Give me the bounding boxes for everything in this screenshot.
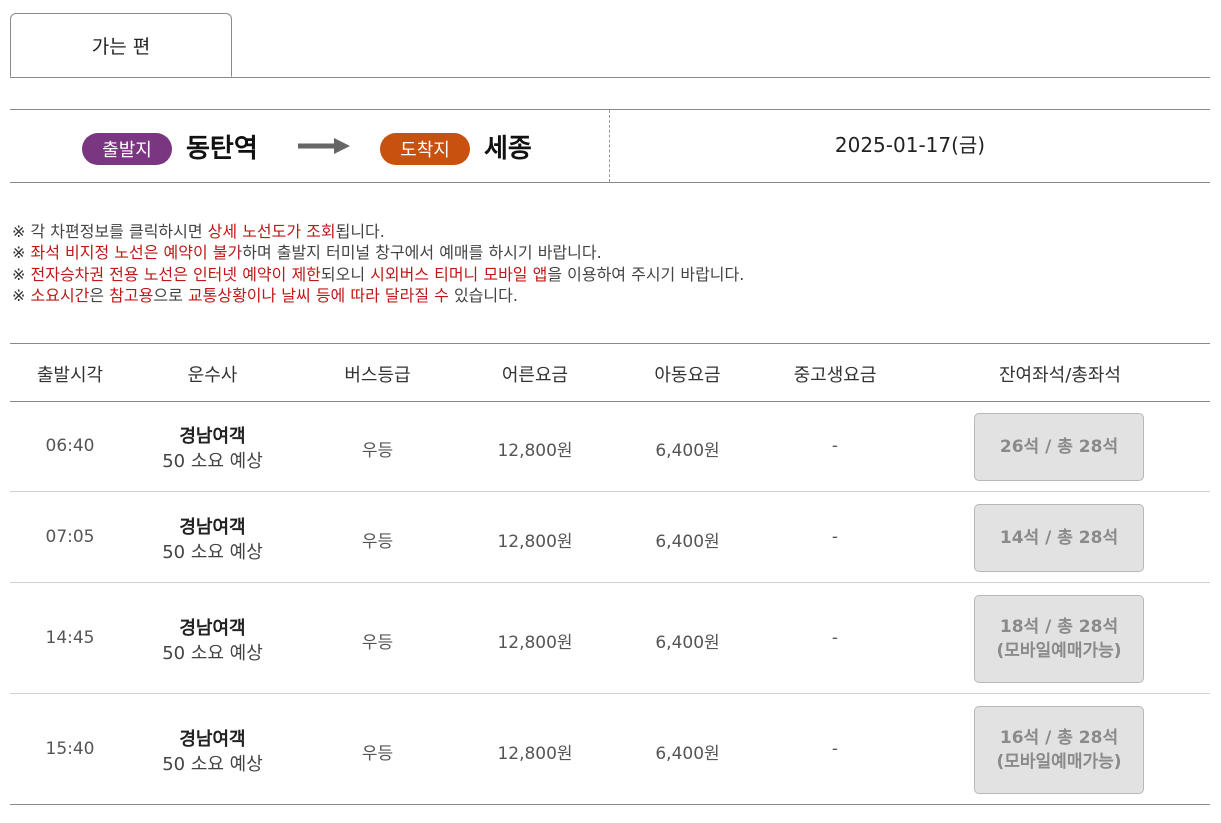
seat-availability-button[interactable]: 26석 / 총 28석 bbox=[974, 413, 1144, 481]
company-name: 경남여객 bbox=[179, 516, 246, 538]
notice-text: 각 차편정보를 클릭하시면 bbox=[25, 222, 208, 241]
tab-outbound[interactable]: 가는 편 bbox=[10, 13, 232, 77]
eta-text: 50 소요 예상 bbox=[162, 541, 263, 563]
header-bus-grade: 버스등급 bbox=[344, 365, 411, 386]
departure-date: 2025-01-17(금) bbox=[834, 133, 986, 157]
notice-mark-icon: ※ bbox=[12, 285, 26, 305]
notice-item: ※ 좌석 비지정 노선은 예약이 불가하며 출발지 터미널 창구에서 예매를 하… bbox=[12, 242, 1202, 263]
notice-text: 하며 출발지 터미널 창구에서 예매를 하시기 바랍니다. bbox=[242, 243, 602, 263]
company-name: 경남여객 bbox=[179, 426, 246, 447]
seat-count: 26석 / 총 28석 bbox=[999, 437, 1119, 457]
table-body: 06:40 경남여객 50 소요 예상 우등 12,800원 6,400원 -26석 / 총… bbox=[10, 402, 1210, 805]
header-child-fare: 아동요금 bbox=[654, 365, 721, 386]
eta-text: 50 소요 예상 bbox=[162, 451, 263, 472]
notice-text: 되오니 bbox=[320, 264, 371, 284]
notice-highlight: 참고용 bbox=[109, 285, 154, 305]
eta-text: 50 소요 예상 bbox=[162, 642, 263, 664]
notice-list: ※ 각 차편정보를 클릭하시면 상세 노선도가 조회됩니다. ※ 좌석 비지정 노… bbox=[12, 221, 1202, 306]
notice-highlight: 시외버스 티머니 모바일 앱 bbox=[370, 264, 548, 284]
seat-count: 18석 / 총 28석 bbox=[999, 617, 1119, 637]
adult-fare: 12,800원 bbox=[497, 441, 573, 461]
header-departure-time: 출발시각 bbox=[36, 365, 104, 386]
header-student-fare: 중고생요금 bbox=[793, 365, 877, 386]
tab-bar: 가는 편 bbox=[10, 13, 1210, 78]
notice-item: ※ 전자승차권 전용 노선은 인터넷 예약이 제한되오니 시외버스 티머니 모바… bbox=[12, 264, 1202, 285]
adult-fare: 12,800원 bbox=[497, 531, 573, 552]
table-row[interactable]: 14:45 경남여객 50 소요 예상 우등 12,800원 6,400원 - 18석 / 총… bbox=[10, 583, 1210, 694]
departure-time: 07:05 bbox=[45, 526, 95, 547]
company-name: 경남여객 bbox=[179, 617, 246, 639]
notice-highlight: 상세 노선도가 조회 bbox=[207, 222, 336, 241]
arrival-badge: 도착지 bbox=[380, 133, 470, 165]
notice-mark-icon: ※ bbox=[12, 264, 26, 284]
tab-baseline bbox=[10, 77, 1210, 78]
student-fare: - bbox=[831, 738, 839, 759]
seat-availability-button[interactable]: 16석 / 총 28석 (모바일예매가능) bbox=[974, 706, 1144, 794]
departure-name: 동탄역 bbox=[186, 134, 258, 164]
notice-highlight: 교통상황이나 날씨 등에 따라 달라질 수 bbox=[187, 285, 449, 305]
mobile-booking-note: (모바일예매가능) bbox=[996, 641, 1122, 661]
eta-text: 50 소요 예상 bbox=[162, 753, 263, 775]
student-fare: - bbox=[831, 436, 839, 456]
adult-fare: 12,800원 bbox=[497, 632, 573, 653]
adult-fare: 12,800원 bbox=[497, 743, 573, 764]
child-fare: 6,400원 bbox=[655, 743, 720, 764]
child-fare: 6,400원 bbox=[655, 632, 720, 653]
notice-text: 있습니다. bbox=[448, 285, 518, 305]
notice-text: 을 이용하여 주시기 바랍니다. bbox=[547, 264, 745, 284]
child-fare: 6,400원 bbox=[655, 441, 720, 461]
departure-time: 06:40 bbox=[45, 436, 95, 456]
route-summary: 출발지 동탄역 도착지 세종 2025-01-17(금) bbox=[10, 109, 1210, 183]
header-adult-fare: 어른요금 bbox=[501, 365, 569, 386]
bus-grade: 우등 bbox=[361, 632, 394, 653]
header-seats: 잔여좌석/총좌석 bbox=[999, 365, 1121, 386]
bus-grade: 우등 bbox=[361, 531, 394, 552]
seat-count: 16석 / 총 28석 bbox=[999, 728, 1119, 748]
student-fare: - bbox=[831, 526, 839, 547]
departure-time: 15:40 bbox=[45, 738, 95, 759]
timetable: 출발시각 운수사 버스등급 어른요금 아동요금 중고생요금 잔여좌석/총좌석 0… bbox=[10, 343, 1210, 805]
bus-grade: 우등 bbox=[361, 441, 394, 461]
seat-count: 14석 / 총 28석 bbox=[999, 528, 1119, 548]
table-row[interactable]: 07:05 경남여객 50 소요 예상 우등 12,800원 6,400원 - 14석 / 총… bbox=[10, 492, 1210, 583]
notice-highlight: 좌석 비지정 노선은 예약이 불가 bbox=[30, 243, 243, 263]
mobile-booking-note: (모바일예매가능) bbox=[996, 752, 1122, 772]
departure-badge: 출발지 bbox=[82, 133, 172, 165]
table-header: 출발시각 운수사 버스등급 어른요금 아동요금 중고생요금 잔여좌석/총좌석 bbox=[10, 343, 1210, 402]
student-fare: - bbox=[831, 627, 839, 648]
notice-mark-icon: ※ bbox=[12, 243, 26, 263]
bus-grade: 우등 bbox=[361, 743, 394, 764]
departure-time: 14:45 bbox=[45, 627, 95, 648]
notice-highlight: 전자승차권 전용 노선은 인터넷 예약이 제한 bbox=[30, 264, 321, 284]
company-name: 경남여객 bbox=[179, 728, 246, 750]
child-fare: 6,400원 bbox=[655, 531, 720, 552]
arrival-name: 세종 bbox=[484, 134, 532, 164]
table-row[interactable]: 06:40 경남여객 50 소요 예상 우등 12,800원 6,400원 - 26석 / 총… bbox=[10, 402, 1210, 492]
notice-text: 됩니다. bbox=[335, 222, 385, 241]
notice-highlight: 소요시간 bbox=[30, 285, 90, 305]
table-row[interactable]: 15:40 경남여객 50 소요 예상 우등 12,800원 6,400원 - 16석 / 총… bbox=[10, 694, 1210, 805]
notice-mark-icon: ※ bbox=[12, 222, 26, 241]
notice-item: ※ 소요시간은 참고용으로 교통상황이나 날씨 등에 따라 달라질 수 있습니다… bbox=[12, 285, 1202, 306]
notice-item: ※ 각 차편정보를 클릭하시면 상세 노선도가 조회됩니다. bbox=[12, 221, 1202, 242]
arrow-right-icon bbox=[298, 138, 350, 154]
seat-availability-button[interactable]: 18석 / 총 28석 (모바일예매가능) bbox=[974, 595, 1144, 683]
seat-availability-button[interactable]: 14석 / 총 28석 bbox=[974, 504, 1144, 572]
notice-text: 으로 bbox=[153, 285, 188, 305]
notice-text: 은 bbox=[89, 285, 110, 305]
header-company: 운수사 bbox=[187, 365, 238, 386]
